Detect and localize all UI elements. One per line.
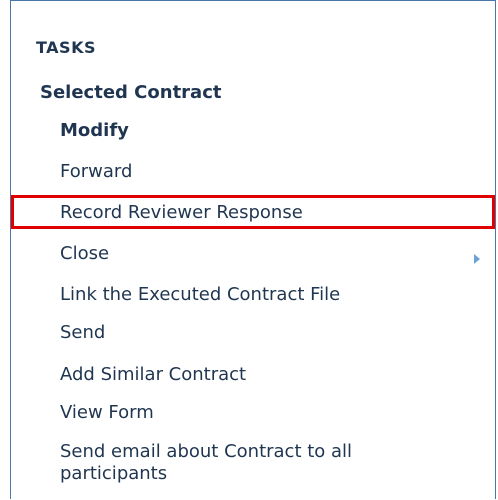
chevron-right-icon[interactable] <box>474 254 480 264</box>
menu-item-modify[interactable]: Modify <box>60 120 129 141</box>
menu-item-view-form[interactable]: View Form <box>60 402 154 423</box>
menu-item-forward[interactable]: Forward <box>60 161 132 182</box>
menu-item-send-email[interactable]: Send email about Contract to all partici… <box>60 441 440 485</box>
menu-item-add-similar-contract[interactable]: Add Similar Contract <box>60 364 246 385</box>
tasks-heading: TASKS <box>36 38 96 57</box>
menu-item-link-executed-contract-file[interactable]: Link the Executed Contract File <box>60 284 340 305</box>
menu-item-close[interactable]: Close <box>60 243 109 264</box>
highlight-box <box>11 195 495 229</box>
selected-contract-heading: Selected Contract <box>40 82 222 103</box>
menu-item-send[interactable]: Send <box>60 322 105 343</box>
